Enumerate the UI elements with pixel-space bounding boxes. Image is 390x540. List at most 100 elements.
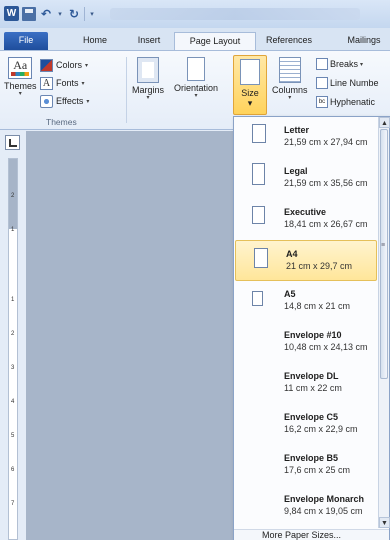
tab-references[interactable]: References — [256, 32, 322, 50]
ruler-tick: 3 — [11, 365, 15, 371]
paper-size-dims: 14,8 cm x 21 cm — [284, 301, 351, 311]
more-paper-sizes-item[interactable]: More Paper Sizes... — [234, 529, 389, 540]
save-icon[interactable] — [22, 6, 36, 21]
paper-size-dims: 21,59 cm x 27,94 cm — [284, 137, 368, 147]
effects-icon — [40, 94, 53, 108]
document-area[interactable] — [26, 131, 234, 540]
redo-icon[interactable]: ↻ — [67, 7, 81, 21]
paper-size-name: Envelope C5 — [284, 412, 339, 422]
paper-size-item-selected[interactable]: A4 21 cm x 29,7 cm — [235, 240, 377, 281]
ruler-tick: 5 — [11, 433, 15, 439]
word-app-icon[interactable]: W — [4, 6, 19, 21]
columns-button[interactable]: Columns ▾ — [272, 57, 308, 102]
line-numbers-button[interactable]: Line Numbe — [316, 75, 379, 91]
themes-label: Themes — [4, 81, 37, 91]
paper-size-name: Envelope B5 — [284, 453, 339, 463]
tab-selector-icon[interactable] — [5, 135, 20, 150]
columns-icon — [278, 57, 301, 83]
paper-icon — [254, 248, 268, 268]
ruler-tick: 6 — [11, 467, 15, 473]
theme-options: Colors ▾ A Fonts ▾ Effects ▾ — [40, 57, 89, 109]
tab-file[interactable]: File — [4, 32, 48, 50]
hyphenation-button[interactable]: bc Hyphenatic — [316, 94, 379, 110]
fonts-caret-icon: ▾ — [81, 80, 85, 87]
scrollbar-thumb[interactable] — [380, 129, 388, 379]
vertical-ruler[interactable]: 2 1 1 2 3 4 5 6 7 — [8, 158, 18, 540]
qat-separator — [84, 6, 85, 21]
paper-size-item[interactable]: Letter 21,59 cm x 27,94 cm — [234, 117, 378, 158]
hyphenation-icon: bc — [316, 96, 328, 108]
tab-home[interactable]: Home — [70, 32, 120, 50]
columns-caret-icon: ▾ — [288, 95, 292, 101]
paper-size-item[interactable]: A5 14,8 cm x 21 cm — [234, 281, 378, 322]
paper-icon — [252, 291, 263, 306]
quick-access-toolbar: W ↶ ▾ ↻ ▾ — [4, 6, 96, 21]
paper-size-name: A4 — [286, 249, 298, 259]
themes-caret-icon: ▾ — [18, 91, 22, 97]
dropdown-scrollbar[interactable]: ▲ ▼ — [378, 117, 390, 528]
themes-button[interactable]: Aa Themes ▾ — [4, 57, 37, 98]
tab-page-layout[interactable]: Page Layout — [174, 32, 256, 50]
paper-icon — [252, 206, 265, 224]
colors-label: Colors — [56, 60, 83, 70]
effects-caret-icon: ▾ — [86, 98, 90, 105]
ribbon-tabs: File Home Insert Page Layout References … — [0, 28, 390, 50]
more-paper-sizes-label: More Paper Sizes... — [262, 530, 342, 540]
ruler-tick: 2 — [11, 193, 15, 199]
themes-icon: Aa — [8, 57, 33, 79]
undo-icon[interactable]: ↶ — [39, 7, 53, 21]
breaks-icon — [316, 58, 328, 70]
paper-size-item[interactable]: Envelope B5 17,6 cm x 25 cm — [234, 445, 378, 486]
paper-size-item[interactable]: Legal 21,59 cm x 35,56 cm — [234, 158, 378, 199]
ruler-tick: 1 — [11, 297, 15, 303]
paper-size-name: Envelope #10 — [284, 330, 342, 340]
effects-label: Effects — [56, 96, 84, 106]
ruler-tick: 7 — [11, 501, 15, 507]
paper-size-name: Envelope Monarch — [284, 494, 365, 504]
margins-button[interactable]: Margins ▾ — [132, 57, 164, 102]
themes-group-label: Themes — [46, 117, 77, 127]
paper-size-dims: 21,59 cm x 35,56 cm — [284, 178, 368, 188]
paper-size-item[interactable]: Envelope C5 16,2 cm x 22,9 cm — [234, 404, 378, 445]
paper-size-item[interactable]: Envelope Monarch 9,84 cm x 19,05 cm — [234, 486, 378, 527]
paper-size-name: Legal — [284, 166, 308, 176]
breaks-caret-icon: ▾ — [360, 61, 364, 68]
paper-size-dims: 21 cm x 29,7 cm — [286, 261, 353, 271]
paper-icon — [252, 124, 266, 143]
scroll-up-icon[interactable]: ▲ — [379, 117, 390, 128]
size-caret-icon: ▾ — [247, 98, 253, 108]
customize-qat-icon[interactable]: ▾ — [88, 7, 96, 21]
scroll-down-icon[interactable]: ▼ — [379, 517, 390, 528]
orientation-button[interactable]: Orientation ▾ — [174, 57, 218, 100]
paper-size-item[interactable]: Envelope #10 10,48 cm x 24,13 cm — [234, 322, 378, 363]
paper-size-dims: 10,48 cm x 24,13 cm — [284, 342, 368, 352]
paper-size-dims: 11 cm x 22 cm — [284, 383, 342, 393]
ruler-tick: 1 — [11, 227, 15, 233]
paper-size-dims: 17,6 cm x 25 cm — [284, 465, 351, 475]
paper-size-item[interactable]: Executive 18,41 cm x 26,67 cm — [234, 199, 378, 240]
size-label: Size — [241, 88, 259, 98]
window-title-area — [110, 8, 360, 20]
paper-size-name: A5 — [284, 289, 296, 299]
line-numbers-label: Line Numbe — [330, 78, 379, 88]
paper-size-name: Executive — [284, 207, 327, 217]
tab-mailings[interactable]: Mailings — [336, 32, 390, 50]
paper-size-name: Envelope DL — [284, 371, 339, 381]
size-icon — [240, 59, 260, 85]
fonts-icon: A — [40, 76, 53, 90]
colors-button[interactable]: Colors ▾ — [40, 57, 89, 73]
paper-size-dims: 9,84 cm x 19,05 cm — [284, 506, 363, 516]
paper-size-name: Letter — [284, 125, 310, 135]
paper-size-item[interactable]: Envelope DL 11 cm x 22 cm — [234, 363, 378, 404]
effects-button[interactable]: Effects ▾ — [40, 93, 89, 109]
fonts-button[interactable]: A Fonts ▾ — [40, 75, 89, 91]
paper-size-list: Letter 21,59 cm x 27,94 cm Legal 21,59 c… — [234, 117, 378, 527]
size-button[interactable]: Size ▾ — [233, 55, 267, 115]
margins-icon — [137, 57, 159, 83]
breaks-button[interactable]: Breaks ▾ — [316, 56, 379, 72]
paper-size-dropdown: Letter 21,59 cm x 27,94 cm Legal 21,59 c… — [233, 116, 390, 540]
paper-size-dims: 16,2 cm x 22,9 cm — [284, 424, 358, 434]
orientation-icon — [187, 57, 206, 81]
undo-dropdown-icon[interactable]: ▾ — [56, 7, 64, 21]
tab-insert[interactable]: Insert — [126, 32, 172, 50]
